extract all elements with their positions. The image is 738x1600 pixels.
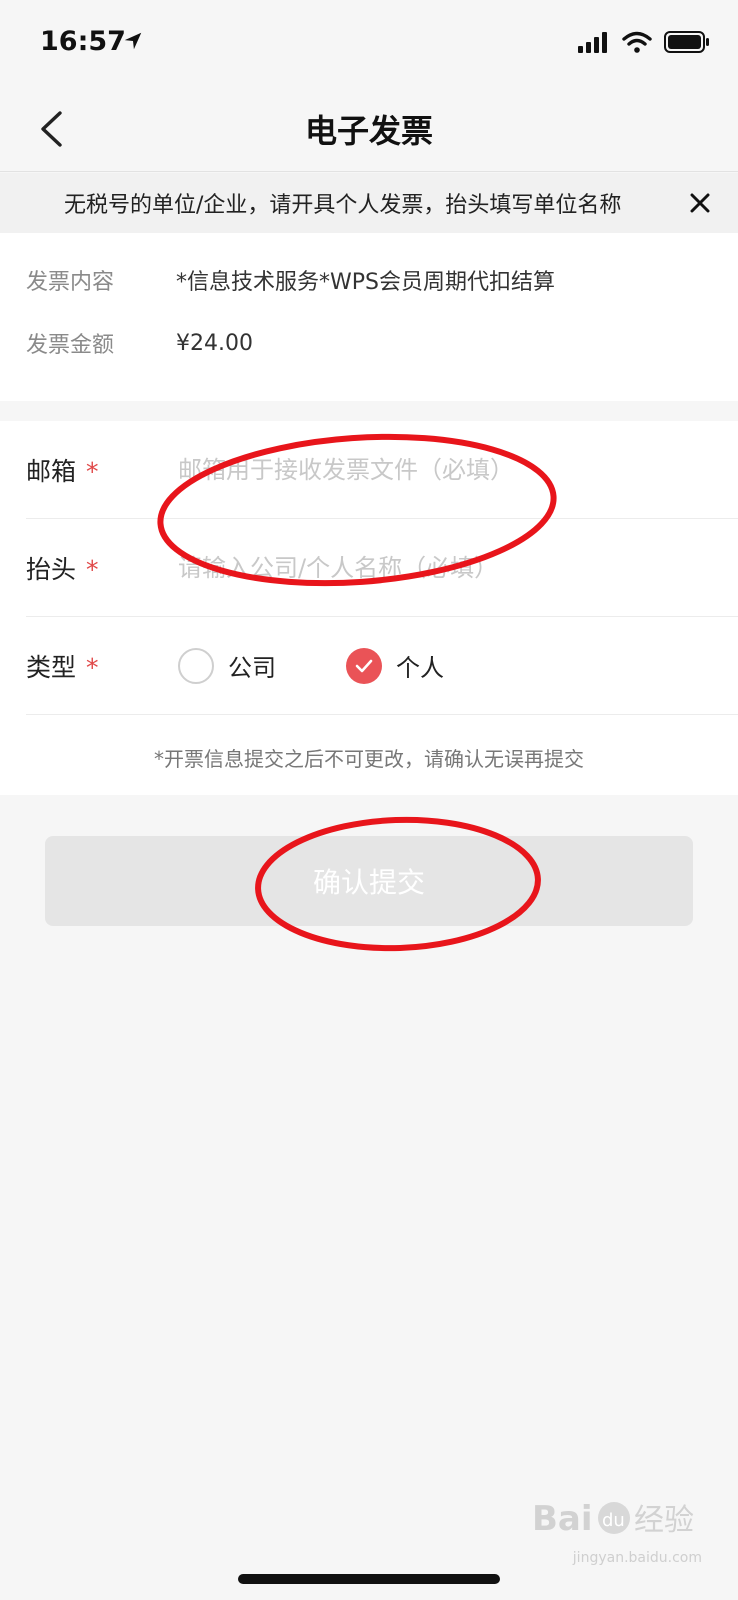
radio-checked-icon [346,647,382,684]
required-mark: * [86,456,99,486]
baidu-watermark-logo: Bai du 经验 [532,1499,694,1539]
close-icon [690,193,710,213]
status-icons [578,30,710,54]
type-option-company[interactable]: 公司 [178,647,276,684]
cellular-signal-icon [578,32,607,53]
type-label-text: 类型 [26,652,77,682]
type-radio-group: 公司 个人 [178,647,514,684]
email-label-text: 邮箱 [26,456,77,486]
status-bar: 16:57 [0,0,738,88]
radio-unchecked-icon [178,647,214,684]
submit-button[interactable]: 确认提交 [45,836,693,926]
type-option-label: 个人 [396,654,444,682]
type-row: 类型 * 公司 个人 [26,617,738,715]
type-label: 类型 * [26,648,178,684]
title-label-text: 抬头 [26,554,77,584]
form-note: *开票信息提交之后不可更改，请确认无误再提交 [154,747,584,771]
wifi-icon [622,31,652,53]
battery-icon [664,31,709,53]
invoice-amount-row: 发票金额 ¥24.00 [26,323,253,363]
notice-text: 无税号的单位/企业，请开具个人发票，抬头填写单位名称 [64,193,622,218]
invoice-amount-label: 发票金额 [26,333,115,358]
title-input[interactable] [178,553,698,582]
location-arrow-icon [124,32,142,50]
title-label: 抬头 * [26,550,178,586]
watermark-url: jingyan.baidu.com [572,1550,702,1566]
invoice-content-row: 发票内容 *信息技术服务*WPS会员周期代扣结算 [26,260,555,300]
notice-close-button[interactable] [682,185,718,221]
nav-bar: 电子发票 [0,88,738,172]
invoice-amount-value: ¥24.00 [176,330,253,356]
type-option-label: 公司 [228,654,276,682]
invoice-form: 邮箱 * 抬头 * 类型 * 公司 个人 *开票信息提交之后不可更改，请确认无误再提交 [0,421,738,795]
svg-text:经验: 经验 [634,1503,694,1538]
status-time: 16:57 [40,26,126,57]
title-row: 抬头 * [26,519,738,617]
svg-text:du: du [602,1510,625,1531]
svg-text:Bai: Bai [532,1499,593,1539]
invoice-content-label: 发票内容 [26,270,115,295]
required-mark: * [86,652,99,682]
checkmark-icon [355,659,373,672]
invoice-content-value: *信息技术服务*WPS会员周期代扣结算 [176,270,555,295]
email-row: 邮箱 * [26,421,738,519]
email-input[interactable] [178,455,698,484]
invoice-info-card: 发票内容 *信息技术服务*WPS会员周期代扣结算 发票金额 ¥24.00 [0,233,738,401]
required-mark: * [86,554,99,584]
home-indicator [238,1574,500,1584]
email-label: 邮箱 * [26,452,178,488]
notice-bar: 无税号的单位/企业，请开具个人发票，抬头填写单位名称 [0,173,738,233]
type-option-personal[interactable]: 个人 [346,647,444,684]
page-title: 电子发票 [304,112,433,150]
